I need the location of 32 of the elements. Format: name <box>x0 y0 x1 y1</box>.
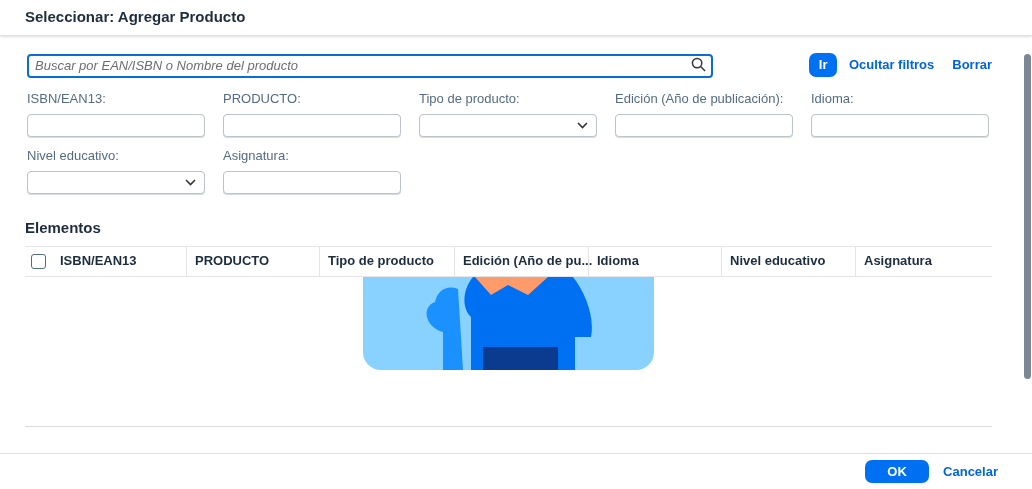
filter-label: Nivel educativo: <box>27 148 120 164</box>
column-header[interactable]: ISBN/EAN13 <box>52 246 187 276</box>
cancel-button[interactable]: Cancelar <box>943 461 998 482</box>
filter-label: PRODUCTO: <box>223 91 302 107</box>
search-icon[interactable] <box>691 57 707 72</box>
input-field[interactable] <box>27 114 205 137</box>
dialog-title: Seleccionar: Agregar Producto <box>25 7 246 28</box>
go-button[interactable]: Ir <box>809 53 837 77</box>
dropdown-field[interactable] <box>419 114 597 137</box>
input-field[interactable] <box>811 114 989 137</box>
filter-label: Idioma: <box>811 91 855 107</box>
input-field[interactable] <box>223 171 401 194</box>
table-title: Elementos <box>25 218 102 238</box>
input-field[interactable] <box>223 114 401 137</box>
search-field[interactable]: Buscar por EAN/ISBN o Nombre del producto <box>27 53 714 78</box>
filter-label: Tipo de producto: <box>419 91 521 107</box>
filter-label: Edición (Año de publicación): <box>615 91 785 107</box>
clear-link[interactable]: Borrar <box>952 55 992 75</box>
column-header[interactable]: Asignatura <box>856 246 992 276</box>
hide-filters-link[interactable]: Ocultar filtros <box>849 55 935 75</box>
chevron-down-icon <box>185 179 196 186</box>
chevron-down-icon <box>577 122 588 129</box>
dropdown-field[interactable] <box>27 171 205 194</box>
column-header[interactable]: Tipo de producto <box>320 246 455 276</box>
select-all-checkbox[interactable] <box>31 253 46 269</box>
filter-label: ISBN/EAN13: <box>27 91 107 107</box>
ok-button[interactable]: OK <box>865 460 930 483</box>
input-field[interactable] <box>615 114 793 137</box>
column-header[interactable]: Nivel educativo <box>722 246 856 276</box>
scrollbar[interactable] <box>1024 54 1031 379</box>
column-header[interactable]: PRODUCTO <box>187 246 320 276</box>
filter-label: Asignatura: <box>223 148 290 164</box>
